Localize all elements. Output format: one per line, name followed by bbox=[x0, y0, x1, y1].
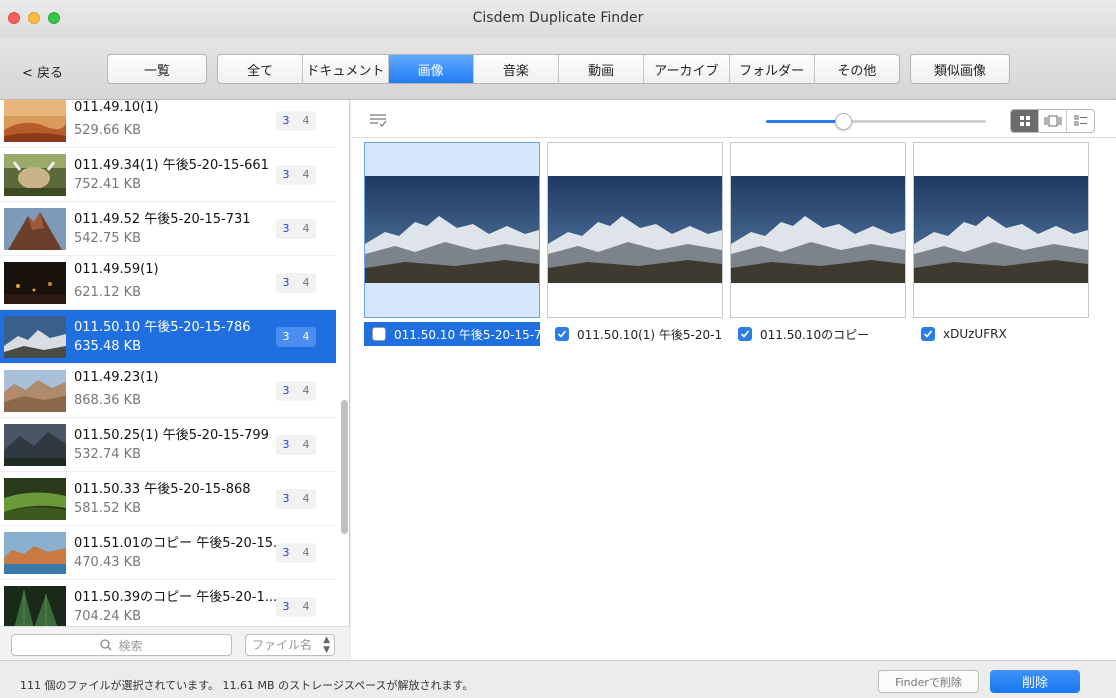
list-item[interactable]: 011.49.52 午後5-20-15-731 542.75 KB 34 bbox=[0, 202, 336, 256]
list-icon bbox=[1074, 115, 1087, 126]
sidebar-scrollbar[interactable] bbox=[341, 400, 348, 534]
tab-other[interactable]: その他 bbox=[815, 55, 899, 83]
list-item[interactable]: 011.49.34(1) 午後5-20-15-661 752.41 KB 34 bbox=[0, 148, 336, 202]
tab-images[interactable]: 画像 bbox=[388, 55, 474, 83]
view-mode-switcher bbox=[1010, 109, 1095, 133]
image-card[interactable] bbox=[547, 142, 723, 318]
category-tabs: 全て ドキュメント 画像 音楽 動画 アーカイブ フォルダー その他 bbox=[217, 54, 900, 84]
image-thumbnail bbox=[4, 424, 66, 466]
tab-all[interactable]: 全て bbox=[218, 55, 304, 83]
tab-folders[interactable]: フォルダー bbox=[730, 55, 815, 83]
overview-button[interactable]: 一覧 bbox=[107, 54, 207, 84]
sort-select[interactable]: ファイル名 ▲ ▼ bbox=[245, 634, 335, 656]
tab-videos[interactable]: 動画 bbox=[559, 55, 645, 83]
count-badge: 34 bbox=[276, 165, 316, 185]
count-badge: 34 bbox=[276, 435, 316, 455]
image-thumbnail bbox=[4, 100, 66, 142]
count-badge: 34 bbox=[276, 543, 316, 563]
status-bar: 111 個のファイルが選択されています。 11.61 MB のストレージスペース… bbox=[0, 660, 1116, 698]
count-badge: 34 bbox=[276, 273, 316, 293]
tab-documents[interactable]: ドキュメント bbox=[303, 55, 389, 83]
image-thumbnail bbox=[4, 316, 66, 358]
similar-images-button[interactable]: 類似画像 bbox=[910, 54, 1010, 84]
select-options-icon[interactable] bbox=[369, 113, 387, 127]
count-badge: 34 bbox=[276, 597, 316, 617]
count-badge: 34 bbox=[276, 111, 316, 131]
stepper-arrows-icon: ▲ ▼ bbox=[323, 635, 330, 655]
file-checkbox[interactable] bbox=[738, 327, 752, 341]
finder-delete-button[interactable]: Finderで削除 bbox=[878, 670, 979, 693]
sidebar: 011.49.10(1) 529.66 KB 34 011.49.34(1) 午… bbox=[0, 100, 350, 660]
list-item[interactable]: 011.51.01のコピー 午後5-20-15... 470.43 KB 34 bbox=[0, 526, 336, 580]
checkmark-icon bbox=[923, 330, 933, 338]
list-item[interactable]: 011.50.25(1) 午後5-20-15-799 532.74 KB 34 bbox=[0, 418, 336, 472]
image-preview bbox=[914, 176, 1088, 283]
tab-archives[interactable]: アーカイブ bbox=[644, 55, 730, 83]
tab-music[interactable]: 音楽 bbox=[474, 55, 559, 83]
list-item[interactable]: 011.50.39のコピー 午後5-20-1... 704.24 KB 34 bbox=[0, 580, 336, 626]
image-thumbnail bbox=[4, 154, 66, 196]
slider-knob[interactable] bbox=[835, 113, 852, 130]
file-checkbox[interactable] bbox=[555, 327, 569, 341]
count-badge: 34 bbox=[276, 381, 316, 401]
search-icon bbox=[100, 639, 113, 651]
checkmark-icon bbox=[557, 330, 567, 338]
image-thumbnail bbox=[4, 208, 66, 250]
window-title: Cisdem Duplicate Finder bbox=[472, 10, 644, 26]
filmstrip-view-button[interactable] bbox=[1039, 110, 1067, 132]
image-thumbnail bbox=[4, 478, 66, 520]
image-thumbnail bbox=[4, 370, 66, 412]
delete-button[interactable]: 削除 bbox=[990, 670, 1080, 693]
list-item[interactable]: 011.49.59(1) 621.12 KB 34 bbox=[0, 256, 336, 310]
image-thumbnail bbox=[4, 586, 66, 626]
count-badge: 34 bbox=[276, 489, 316, 509]
sidebar-footer: 検索 ファイル名 ▲ ▼ bbox=[0, 626, 350, 660]
filmstrip-icon bbox=[1044, 115, 1061, 127]
grid-view-button[interactable] bbox=[1011, 110, 1039, 132]
image-thumbnail bbox=[4, 262, 66, 304]
image-preview bbox=[365, 176, 539, 283]
image-caption: 011.50.10のコピー bbox=[730, 322, 906, 346]
duplicate-group-list: 011.49.10(1) 529.66 KB 34 011.49.34(1) 午… bbox=[0, 100, 336, 626]
image-caption: 011.50.10(1) 午後5-20-15... bbox=[547, 322, 723, 346]
image-thumbnail bbox=[4, 532, 66, 574]
title-bar: Cisdem Duplicate Finder bbox=[0, 0, 1116, 38]
search-input[interactable]: 検索 bbox=[11, 634, 232, 656]
list-item[interactable]: 011.50.33 午後5-20-15-868 581.52 KB 34 bbox=[0, 472, 336, 526]
image-caption: xDUzUFRX bbox=[913, 322, 1089, 346]
list-item[interactable]: 011.49.10(1) 529.66 KB 34 bbox=[0, 100, 336, 148]
image-card[interactable] bbox=[913, 142, 1089, 318]
file-checkbox[interactable] bbox=[372, 327, 386, 341]
list-item[interactable]: 011.49.23(1) 868.36 KB 34 bbox=[0, 364, 336, 418]
count-badge: 34 bbox=[276, 327, 316, 347]
selection-summary: 111 個のファイルが選択されています。 11.61 MB のストレージスペース… bbox=[20, 679, 474, 692]
preview-toolbar bbox=[351, 100, 1116, 138]
file-checkbox[interactable] bbox=[921, 327, 935, 341]
thumbnail-size-slider[interactable] bbox=[766, 113, 986, 130]
count-badge: 34 bbox=[276, 219, 316, 239]
checkmark-icon bbox=[740, 330, 750, 338]
image-preview bbox=[731, 176, 905, 283]
back-button[interactable]: < 戻る bbox=[22, 62, 63, 81]
image-card[interactable] bbox=[730, 142, 906, 318]
preview-panel: 011.50.10 午後5-20-15-7... 011.50.10(1) 午後… bbox=[351, 100, 1116, 660]
list-item[interactable]: 011.50.10 午後5-20-15-786 635.48 KB 34 bbox=[0, 310, 336, 364]
grid-icon bbox=[1019, 116, 1030, 126]
list-view-button[interactable] bbox=[1067, 110, 1094, 132]
image-card[interactable] bbox=[364, 142, 540, 318]
image-preview bbox=[548, 176, 722, 283]
image-caption: 011.50.10 午後5-20-15-7... bbox=[364, 322, 540, 346]
toolbar: < 戻る 一覧 全て ドキュメント 画像 音楽 動画 アーカイブ フォルダー そ… bbox=[0, 38, 1116, 100]
